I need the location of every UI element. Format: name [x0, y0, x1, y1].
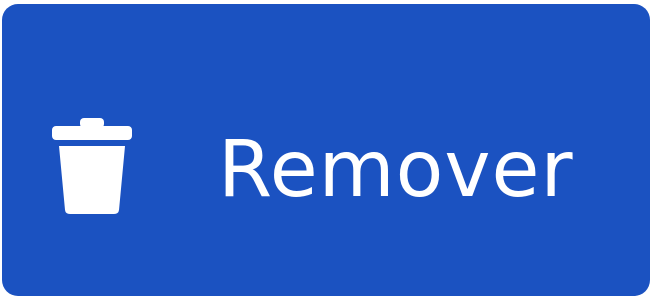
- trash-icon: [52, 118, 132, 214]
- remove-button[interactable]: Remover: [2, 4, 650, 296]
- remove-button-label: Remover: [218, 125, 574, 215]
